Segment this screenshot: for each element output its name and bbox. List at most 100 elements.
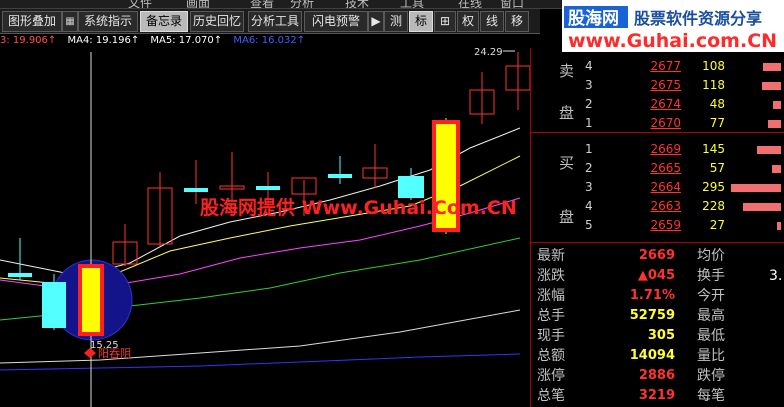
analysis-tools-button[interactable]: 分析工具: [248, 11, 302, 32]
order-volume: 27: [709, 218, 725, 232]
toolbar: 图形叠加 ▦ 系统指示 备忘录 历史回忆 分析工具 闪电预警 ▶ 测 标 ⊞ 权…: [0, 9, 540, 34]
menu-item[interactable]: 窗口: [500, 0, 524, 8]
site-logo: 股海网 股票软件资源分享 www.Guhai.com.CN: [562, 0, 784, 52]
quote-label: 现手: [537, 328, 565, 344]
memo-button[interactable]: 备忘录: [140, 11, 188, 32]
logo-url: www.Guhai.com.CN: [568, 30, 777, 52]
history-recall-button[interactable]: 历史回忆: [190, 11, 244, 32]
quote-value: 14094: [629, 348, 675, 363]
order-volume-bar: [773, 101, 781, 109]
order-volume: 145: [702, 142, 725, 156]
quote-value: 2669: [638, 248, 675, 263]
order-volume-bar: [761, 82, 781, 90]
menu-item[interactable]: 画面: [186, 0, 210, 8]
order-price: 2670: [650, 116, 681, 130]
quote-value-secondary: [769, 386, 784, 406]
order-volume: 57: [709, 161, 725, 175]
ma4-label: MA4: 19.196↑: [67, 35, 140, 46]
quote-value: 3219: [638, 388, 675, 403]
quote-label-secondary: 最高: [697, 308, 725, 324]
order-level: 3: [585, 180, 593, 194]
ma-legend: 3: 19.906↑ MA4: 19.196↑ MA5: 17.070↑ MA6…: [0, 34, 305, 48]
order-price: 2677: [650, 59, 681, 73]
quote-value: 52759: [629, 308, 675, 323]
quote-value-secondary: [769, 286, 784, 306]
order-volume-bar: [776, 222, 781, 230]
system-indicator-button[interactable]: 系统指示: [78, 11, 138, 32]
quote-label: 涨幅: [537, 288, 565, 304]
measure-button[interactable]: 测: [384, 11, 408, 32]
sell-label-top: 卖: [559, 62, 575, 80]
order-volume-bar: [756, 146, 781, 154]
order-volume: 108: [702, 59, 725, 73]
order-price: 2664: [650, 180, 681, 194]
menu-item[interactable]: 文件: [128, 0, 152, 8]
quote-label: 总手: [537, 308, 565, 324]
quote-label-secondary: 今开: [697, 288, 725, 304]
menu-item[interactable]: 工具: [400, 0, 424, 8]
menu-item[interactable]: 在线: [458, 0, 482, 8]
overlay-chart-button[interactable]: 图形叠加: [2, 11, 62, 32]
signal-marker-text: 阳吞阴: [98, 347, 131, 360]
quote-value: ▲045: [637, 268, 675, 283]
rights-button[interactable]: 权: [457, 11, 479, 32]
quote-value-secondary: [769, 306, 784, 326]
lightning-alert-button[interactable]: 闪电预警: [304, 11, 368, 32]
quote-label-secondary: 均价: [697, 248, 725, 264]
quote-value-secondary: [769, 326, 784, 346]
quote-label-secondary: 量比: [697, 348, 725, 364]
logo-brand: 股海网: [568, 8, 619, 29]
mark-button[interactable]: 标: [409, 11, 433, 32]
order-volume-bar: [731, 184, 781, 192]
menu-item[interactable]: 查看: [250, 0, 274, 8]
kline-chart[interactable]: 24.29 15.25 阳吞阴: [0, 48, 530, 407]
quote-value-secondary: [769, 246, 784, 266]
quote-label: 最新: [537, 248, 565, 264]
quote-label-secondary: 换手: [697, 268, 725, 284]
order-level: 5: [585, 218, 593, 232]
order-volume: 295: [702, 180, 725, 194]
quote-value: 2886: [638, 368, 675, 383]
watermark-text: 股海网提供 Www.Guhai.Com.CN: [200, 197, 517, 219]
quote-value-secondary: 3.: [769, 268, 783, 284]
order-volume: 48: [709, 97, 725, 111]
order-price: 2659: [650, 218, 681, 232]
order-level: 4: [585, 59, 593, 73]
order-price: 2675: [650, 78, 681, 92]
divider: [531, 242, 784, 243]
order-price: 2665: [650, 161, 681, 175]
system-indicator-icon[interactable]: ▦: [62, 11, 78, 32]
move-button[interactable]: 移: [505, 11, 529, 32]
logo-slogan: 股票软件资源分享: [634, 9, 762, 28]
order-volume-bar: [771, 165, 781, 173]
play-arrow-icon[interactable]: ▶: [368, 11, 384, 32]
menu-item[interactable]: 技术: [345, 0, 369, 8]
line-button[interactable]: 线: [480, 11, 504, 32]
grid-icon[interactable]: ⊞: [434, 11, 456, 32]
quote-value: 1.71%: [629, 288, 675, 303]
order-volume-bar: [742, 203, 781, 211]
quote-label: 涨跌: [537, 268, 565, 284]
quote-label-secondary: 跌停: [697, 368, 725, 384]
order-level: 2: [585, 161, 593, 175]
ma5-label: MA5: 17.070↑: [150, 35, 223, 46]
order-volume-bar: [768, 120, 781, 128]
order-level: 4: [585, 199, 593, 213]
order-volume: 77: [709, 116, 725, 130]
ma-line-blue: [0, 353, 521, 371]
quote-label: 总笔: [537, 388, 565, 404]
order-price: 2674: [650, 97, 681, 111]
order-volume: 228: [702, 199, 725, 213]
menu-item[interactable]: 分析: [290, 0, 314, 8]
quote-value: 305: [647, 328, 675, 343]
divider: [531, 132, 784, 133]
order-level: 3: [585, 78, 593, 92]
quote-panel: 卖 盘 4 2677 108 3 2675 118 2 2674 48 1 2670 77 买 盘 1…: [530, 48, 784, 407]
order-price: 2663: [650, 199, 681, 213]
order-volume-bar: [763, 63, 781, 71]
quote-label-secondary: 最低: [697, 328, 725, 344]
sell-label-bottom: 盘: [559, 104, 575, 122]
order-level: 1: [585, 142, 593, 156]
buy-label-bottom: 盘: [559, 208, 575, 226]
quote-value-secondary: [769, 346, 784, 366]
